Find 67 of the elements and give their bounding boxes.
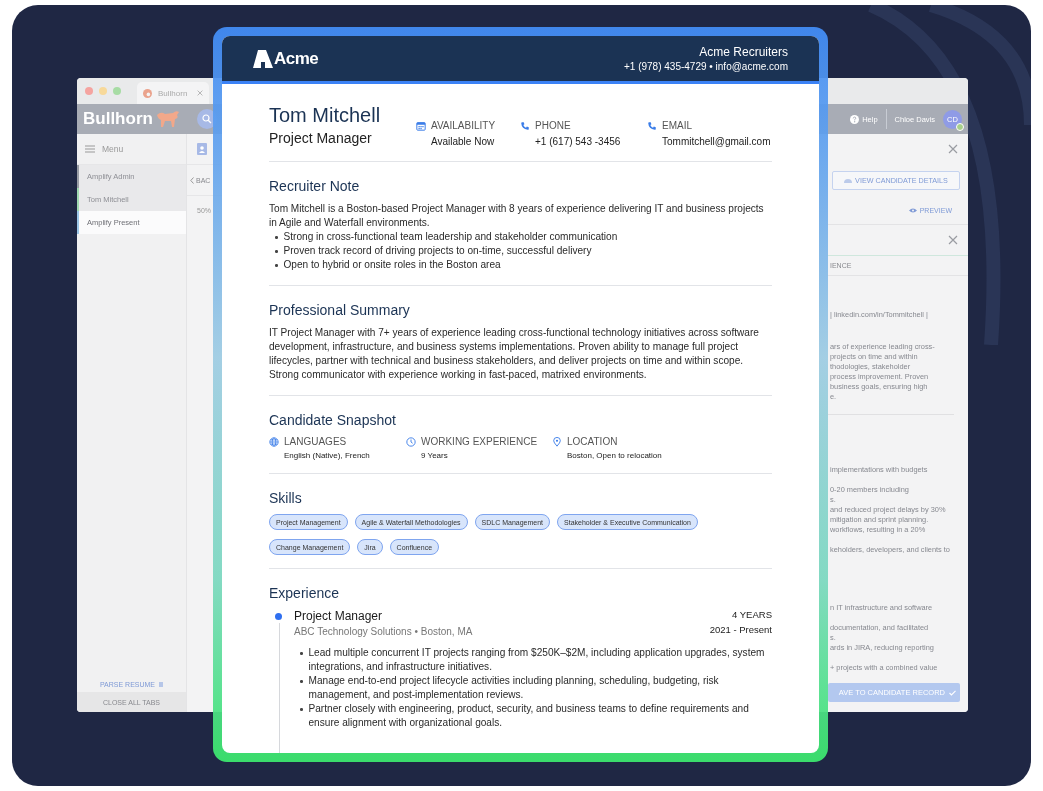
maximize-window-icon[interactable]	[113, 87, 121, 95]
section-heading: Experience	[269, 585, 341, 601]
contact-value: Tommitchell@gmail.com	[662, 136, 771, 147]
check-icon	[949, 689, 956, 696]
online-status-icon	[956, 122, 964, 131]
job-role: Project Manager	[294, 609, 384, 623]
snapshot-label: LOCATION	[567, 436, 619, 447]
eye-icon	[908, 207, 917, 213]
job-bullet: Manage end-to-end project lifecycle activities including planning, scheduling, budgeting, risk management, and post-implementation reviews.	[308, 674, 720, 702]
section-heading: Skills	[269, 490, 303, 506]
job-dates: 2021 - Present	[709, 624, 772, 635]
clock-icon	[406, 437, 416, 447]
menu-icon	[85, 145, 95, 153]
section-heading: Recruiter Note	[269, 178, 361, 194]
phone-icon	[520, 121, 530, 131]
help-icon	[850, 114, 860, 124]
bull-icon	[154, 109, 181, 129]
app-logo: Bullhorn	[83, 109, 153, 129]
candidate-name: Tom Mitchell	[269, 104, 382, 127]
candidate-title: Project Manager	[269, 130, 373, 146]
close-window-icon[interactable]	[85, 87, 93, 95]
snapshot-value: 9 Years	[421, 451, 449, 460]
bullet-icon	[275, 236, 278, 239]
minimize-window-icon[interactable]	[99, 87, 107, 95]
contact-value: +1 (617) 543 -3456	[535, 136, 621, 147]
bullet-icon	[300, 680, 303, 683]
close-tab-icon[interactable]	[197, 90, 203, 96]
calendar-icon	[416, 121, 426, 131]
bullet-icon	[300, 708, 303, 711]
bullet-icon	[275, 264, 278, 267]
note-bullet: Strong in cross-functional team leadership and stakeholder communication	[283, 230, 618, 244]
job-company: ABC Technology Solutions • Boston, MA	[294, 626, 473, 637]
agency-name: Acme Recruiters	[698, 45, 788, 59]
snapshot-value: English (Native), French	[284, 451, 370, 460]
mountain-logo-icon	[253, 49, 273, 68]
snapshot-value: Boston, Open to relocation	[567, 451, 662, 460]
globe-icon	[269, 437, 279, 447]
contact-label: EMAIL	[662, 120, 693, 131]
section-heading: Professional Summary	[269, 302, 411, 318]
contact-card-icon	[197, 143, 207, 155]
job-bullet: Partner closely with engineering, product, security, and business teams to define requirements and ensure alignment with organizational goals.	[308, 702, 750, 730]
phone-icon	[647, 121, 657, 131]
company-logo: Acme	[274, 48, 319, 69]
snapshot-label: LANGUAGES	[284, 436, 348, 447]
contact-value: Available Now	[431, 136, 496, 147]
snapshot-label: WORKING EXPERIENCE	[421, 436, 538, 447]
bullet-icon	[300, 652, 303, 655]
gauge-icon	[844, 177, 853, 183]
bullet-icon	[275, 250, 278, 253]
note-text: Tom Mitchell is a Boston-based Project Manager with 8 years of experience delivering IT and business projects in Agile and Waterfall environments.	[269, 202, 765, 230]
chevron-left-icon	[190, 176, 194, 184]
job-bullet: Lead multiple concurrent IT projects ranging from $250K–$2M, including application upgrades, system integrations, and infrastructure initiatives.	[308, 646, 766, 674]
section-heading: Candidate Snapshot	[269, 412, 397, 428]
contact-label: PHONE	[535, 120, 572, 131]
location-pin-icon	[552, 437, 562, 447]
note-bullet: Proven track record of driving projects to on-time, successful delivery	[283, 244, 592, 258]
summary-text: IT Project Manager with 7+ years of experience leading cross-functional technology initiatives across software development, infrastructure, and business systems implementations. Proven ability to manage full project lifecycles, partner with technical and business stakeholders, and deliver projects on time and within scope. Strong communicator with experience working in fast-paced, matrixed environments.	[269, 326, 760, 382]
close-icon[interactable]	[948, 235, 958, 245]
contact-label: AVAILABILITY	[431, 120, 496, 131]
timeline-dot	[275, 613, 282, 620]
browser-tab[interactable]: Bullhorn	[137, 82, 209, 104]
note-bullet: Open to hybrid or onsite roles in the Boston area	[283, 258, 501, 272]
bullhorn-logo-icon	[143, 88, 152, 98]
document-icon	[159, 681, 164, 687]
close-icon[interactable]	[948, 144, 958, 154]
agency-contact: +1 (978) 435-4729 • info@acme.com	[623, 61, 788, 72]
job-duration: 4 YEARS	[731, 609, 772, 620]
